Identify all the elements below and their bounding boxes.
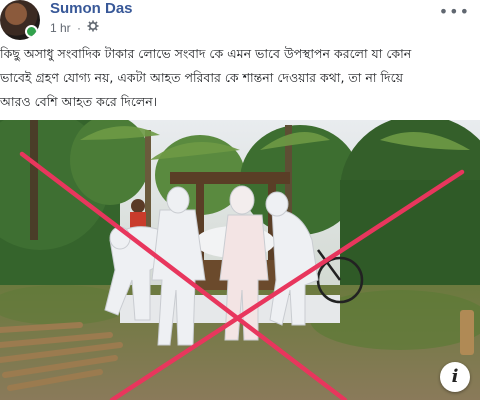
post-time[interactable]: 1 hr [50,21,71,35]
post-text: কিছু অসাধু সংবাদিক টাকার লোভে সংবাদ কে এ… [0,42,476,114]
info-icon[interactable]: i [440,362,470,392]
post-text-line: কিছু অসাধু সংবাদিক টাকার লোভে সংবাদ কে এ… [0,46,412,61]
more-options-icon[interactable]: ••• [439,2,470,21]
gear-icon[interactable] [87,20,99,35]
meta-separator: · [77,20,82,35]
post-text-line: আরও বেশি আহত করে দিলেন। [0,94,158,109]
post-meta: 1 hr · [50,20,99,35]
post-photo[interactable]: i [0,120,480,400]
post-text-line: ভাবেই গ্রহণ যোগ্য নয়, একটা আহত পরিবার ক… [0,70,403,85]
post-header: Sumon Das 1 hr · ••• [0,0,480,40]
author-avatar[interactable] [0,0,40,40]
online-status-dot [25,25,38,38]
photo-scene [0,120,480,400]
wood-log [460,310,474,355]
author-name[interactable]: Sumon Das [50,0,133,17]
